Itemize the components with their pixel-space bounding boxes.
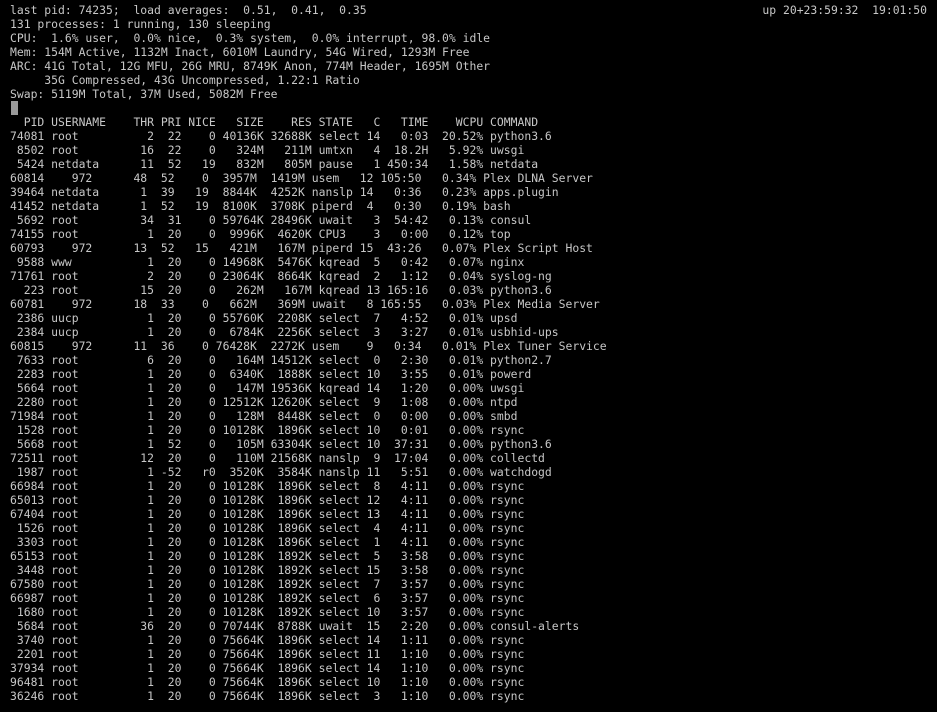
process-row: 5684 root 36 20 0 70744K 8788K uwait 15 …	[10, 619, 580, 633]
cpu-stats-line: CPU: 1.6% user, 0.0% nice, 0.3% system, …	[10, 31, 491, 45]
process-row: 74155 root 1 20 0 9996K 4620K CPU3 3 0:0…	[10, 227, 511, 241]
process-row: 60793 972 13 52 15 421M 167M piperd 15 4…	[10, 241, 593, 255]
process-row: 3303 root 1 20 0 10128K 1896K select 1 4…	[10, 535, 525, 549]
process-row: 5664 root 1 20 0 147M 19536K kqread 14 1…	[10, 381, 525, 395]
process-row: 5692 root 34 31 0 59764K 28496K uwait 3 …	[10, 213, 532, 227]
process-row: 39464 netdata 1 39 19 8844K 4252K nanslp…	[10, 185, 559, 199]
process-row: 67404 root 1 20 0 10128K 1896K select 13…	[10, 507, 525, 521]
process-row: 96481 root 1 20 0 75664K 1896K select 10…	[10, 675, 525, 689]
process-row: 72511 root 12 20 0 110M 21568K nanslp 9 …	[10, 451, 545, 465]
process-row: 3740 root 1 20 0 75664K 1896K select 14 …	[10, 633, 525, 647]
arc-stats-line: ARC: 41G Total, 12G MFU, 26G MRU, 8749K …	[10, 59, 491, 73]
process-row: 60781 972 18 33 0 662M 369M uwait 8 165:…	[10, 297, 600, 311]
process-row: 2384 uucp 1 20 0 6784K 2256K select 3 3:…	[10, 325, 559, 339]
processes-summary-line: 131 processes: 1 running, 130 sleeping	[10, 17, 271, 31]
process-row: 37934 root 1 20 0 75664K 1896K select 14…	[10, 661, 525, 675]
process-row: 2201 root 1 20 0 75664K 1896K select 11 …	[10, 647, 525, 661]
process-row: 71761 root 2 20 0 23064K 8664K kqread 2 …	[10, 269, 552, 283]
process-row: 9588 www 1 20 0 14968K 5476K kqread 5 0:…	[10, 255, 525, 269]
process-row: 67580 root 1 20 0 10128K 1892K select 7 …	[10, 577, 525, 591]
process-row: 223 root 15 20 0 262M 167M kqread 13 165…	[10, 283, 552, 297]
uptime-clock: up 20+23:59:32 19:01:50	[762, 3, 927, 17]
process-row: 2283 root 1 20 0 6340K 1888K select 10 3…	[10, 367, 532, 381]
last-pid-load-line: last pid: 74235; load averages: 0.51, 0.…	[10, 3, 367, 17]
process-row: 5424 netdata 11 52 19 832M 805M pause 1 …	[10, 157, 539, 171]
process-row: 71984 root 1 20 0 128M 8448K select 0 0:…	[10, 409, 518, 423]
process-row: 5668 root 1 52 0 105M 63304K select 10 3…	[10, 437, 552, 451]
process-row: 60814 972 48 52 0 3957M 1419M usem 12 10…	[10, 171, 593, 185]
terminal-window[interactable]: last pid: 74235; load averages: 0.51, 0.…	[10, 3, 937, 712]
process-row: 2280 root 1 20 0 12512K 12620K select 9 …	[10, 395, 518, 409]
process-row: 66987 root 1 20 0 10128K 1892K select 6 …	[10, 591, 525, 605]
process-row: 3448 root 1 20 0 10128K 1892K select 15 …	[10, 563, 525, 577]
process-row: 1528 root 1 20 0 10128K 1896K select 10 …	[10, 423, 525, 437]
process-row: 66984 root 1 20 0 10128K 1896K select 8 …	[10, 479, 525, 493]
process-row: 65153 root 1 20 0 10128K 1892K select 5 …	[10, 549, 525, 563]
process-row: 36246 root 1 20 0 75664K 1896K select 3 …	[10, 689, 525, 703]
process-row: 1526 root 1 20 0 10128K 1896K select 4 4…	[10, 521, 525, 535]
process-row: 7633 root 6 20 0 164M 14512K select 0 2:…	[10, 353, 552, 367]
terminal-cursor	[11, 101, 18, 115]
process-row: 1987 root 1 -52 r0 3520K 3584K nanslp 11…	[10, 465, 552, 479]
process-row: 2386 uucp 1 20 0 55760K 2208K select 7 4…	[10, 311, 518, 325]
process-row: 60815 972 11 36 0 76428K 2272K usem 9 0:…	[10, 339, 607, 353]
process-row: 8502 root 16 22 0 324M 211M umtxn 4 18.2…	[10, 143, 525, 157]
process-row: 1680 root 1 20 0 10128K 1892K select 10 …	[10, 605, 525, 619]
process-row: 74081 root 2 22 0 40136K 32688K select 1…	[10, 129, 552, 143]
memory-stats-line: Mem: 154M Active, 1132M Inact, 6010M Lau…	[10, 45, 470, 59]
process-row: 41452 netdata 1 52 19 8100K 3708K piperd…	[10, 199, 511, 213]
arc-compression-line: 35G Compressed, 43G Uncompressed, 1.22:1…	[10, 73, 360, 87]
swap-stats-line: Swap: 5119M Total, 37M Used, 5082M Free	[10, 87, 278, 101]
process-table-header: PID USERNAME THR PRI NICE SIZE RES STATE…	[10, 115, 539, 129]
process-row: 65013 root 1 20 0 10128K 1896K select 12…	[10, 493, 525, 507]
